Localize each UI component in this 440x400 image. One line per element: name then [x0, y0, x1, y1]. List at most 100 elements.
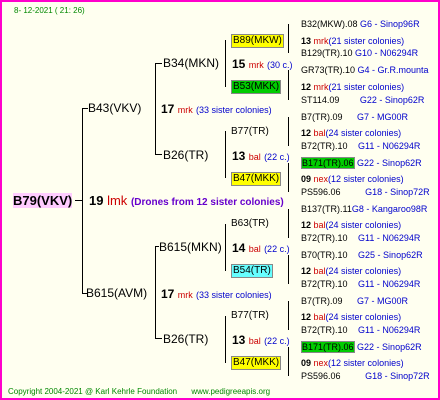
gen4-label: B72(TR).10: [301, 233, 348, 243]
gen1-unit: mrk: [177, 290, 193, 300]
gen4-queen[interactable]: B72(TR).10 G11 - N06294R: [301, 324, 420, 336]
gen4-queen[interactable]: B72(TR).10 G11 - N06294R: [301, 278, 420, 290]
gen2-note: (22 c.): [264, 244, 290, 254]
gen1-drone-info: 17 mrk (33 sister colonies): [161, 102, 272, 117]
root-note: (Drones from 12 sister colonies): [130, 197, 284, 208]
gen1-note: (33 sister colonies): [196, 290, 272, 300]
connector: [155, 246, 156, 338]
gen3-count: 13: [301, 36, 312, 46]
connector: [155, 154, 162, 155]
gen3-note: (24 sister colonies): [325, 266, 402, 276]
gen4-code: G11 - N06294R: [358, 325, 421, 335]
gen4-code: G22 - Sinop62R: [357, 158, 422, 168]
gen4-code: G10 - N06294R: [355, 48, 419, 58]
connector: [288, 117, 289, 146]
gen1-count: 17: [161, 287, 175, 301]
gen2-unit: bal: [248, 336, 261, 346]
gen3-queen[interactable]: B47(MKK): [231, 356, 282, 370]
gen4-queen[interactable]: GR73(TR).10 G4 - Gr.R.mounta: [301, 64, 429, 76]
gen1-queen[interactable]: B615(AVM): [86, 286, 147, 300]
gen2-drone-info: 13 bal (22 c.): [232, 149, 290, 164]
gen4-queen[interactable]: B129(TR).10 G10 - N06294R: [301, 47, 418, 59]
gen4-queen[interactable]: B171(TR).06 G22 - Sinop62R: [301, 341, 422, 353]
gen3-note: (24 sister colonies): [325, 128, 402, 138]
copyright-text: Copyright 2004-2021 @ Karl Kehrle Founda…: [8, 387, 178, 396]
connector: [288, 70, 289, 100]
gen4-label: B171(TR).06: [301, 341, 355, 353]
root-count: 19: [89, 193, 104, 208]
gen3-note: (24 sister colonies): [325, 312, 402, 322]
connector: [288, 209, 289, 238]
gen2-unit: mrk: [248, 60, 264, 70]
root-queen[interactable]: B79(VKV): [13, 193, 73, 208]
gen3-queen[interactable]: B89(MKW): [231, 34, 284, 48]
gen2-note: (22 c.): [264, 336, 290, 346]
gen3-count: 09: [301, 358, 312, 368]
gen4-queen[interactable]: B72(TR).10 G11 - N06294R: [301, 232, 420, 244]
gen4-label: B70(TR).10: [301, 250, 348, 260]
gen4-queen[interactable]: B70(TR).10 G25 - Sinop62R: [301, 249, 423, 261]
connector: [225, 40, 226, 87]
gen4-queen[interactable]: B7(TR).09 G7 - MG00R: [301, 111, 408, 123]
connector: [288, 301, 289, 330]
connector: [155, 63, 156, 155]
gen4-queen[interactable]: PS596.06 G18 - Sinop72R: [301, 186, 430, 198]
gen3-note: (21 sister colonies): [328, 36, 405, 46]
gen4-queen[interactable]: B72(TR).10 G11 - N06294R: [301, 140, 420, 152]
connector: [288, 163, 289, 192]
gen4-queen[interactable]: B171(TR).06 G22 - Sinop62R: [301, 157, 422, 169]
gen3-unit: bal: [313, 312, 326, 322]
gen1-drone-info: 17 mrk (33 sister colonies): [161, 287, 272, 302]
gen3-count: 12: [301, 266, 312, 276]
connector: [225, 131, 226, 178]
gen1-queen[interactable]: B43(VKV): [88, 101, 141, 115]
gen3-drone-info: 13 mrk(21 sister colonies): [301, 35, 404, 47]
gen4-code: G7 - MG00R: [357, 296, 409, 306]
gen4-queen[interactable]: PS596.06 G18 - Sinop72R: [301, 370, 430, 382]
gen2-note: (22 c.): [264, 152, 290, 162]
gen4-label: B129(TR).10: [301, 48, 353, 58]
gen3-queen[interactable]: B54(TR): [231, 264, 273, 278]
gen3-note: (21 sister colonies): [328, 82, 405, 92]
gen3-note: (12 sister colonies): [328, 358, 404, 368]
connector: [82, 108, 83, 294]
connector: [155, 63, 162, 64]
gen4-label: B7(TR).09: [301, 296, 343, 306]
gen2-drone-info: 13 bal (22 c.): [232, 333, 290, 348]
gen2-queen[interactable]: B26(TR): [163, 148, 208, 162]
gen3-unit: bal: [313, 266, 326, 276]
gen3-queen[interactable]: B77(TR): [231, 126, 269, 138]
gen2-queen[interactable]: B34(MKN): [163, 56, 219, 70]
gen4-queen[interactable]: B7(TR).09 G7 - MG00R: [301, 295, 408, 307]
gen4-label: B32(MKW).08: [301, 19, 358, 29]
gen3-queen[interactable]: B77(TR): [231, 310, 269, 322]
gen3-count: 12: [301, 312, 312, 322]
connector: [225, 316, 226, 363]
gen3-drone-info: 12 bal(24 sister colonies): [301, 265, 401, 277]
gen3-drone-info: 12 bal(24 sister colonies): [301, 219, 401, 231]
gen4-queen[interactable]: ST114.09 G22 - Sinop62R: [301, 94, 424, 106]
gen3-queen[interactable]: B63(TR): [231, 218, 269, 230]
gen3-drone-info: 12 bal(24 sister colonies): [301, 311, 401, 323]
gen3-queen[interactable]: B47(MKK): [231, 172, 282, 186]
gen2-queen[interactable]: B615(MKN): [159, 240, 222, 254]
gen4-label: PS596.06: [301, 187, 341, 197]
gen4-queen[interactable]: B32(MKW).08 G6 - Sinop96R: [301, 18, 420, 30]
gen2-unit: bal: [248, 244, 261, 254]
gen2-drone-info: 14 bal (22 c.): [232, 241, 290, 256]
gen2-queen[interactable]: B26(TR): [163, 332, 208, 346]
gen3-queen[interactable]: B53(MKK): [231, 80, 282, 94]
gen4-queen[interactable]: B137(TR).11G8 - Kangaroo98R: [301, 203, 427, 215]
gen2-note: (30 c.): [267, 60, 293, 70]
pedigree-frame: 8- 12-2021 ( 21: 26) B79(VKV) 19 lmk (Dr…: [0, 0, 440, 400]
gen3-unit: bal: [313, 220, 326, 230]
gen4-label: B137(TR).11: [301, 204, 352, 214]
gen3-count: 12: [301, 128, 312, 138]
site-link[interactable]: www.pedigreeapis.org: [191, 387, 270, 396]
gen3-drone-info: 12 mrk(21 sister colonies): [301, 81, 404, 93]
gen4-code: G22 - Sinop62R: [359, 95, 425, 105]
gen3-note: (24 sister colonies): [325, 220, 402, 230]
connector: [75, 200, 83, 201]
connector: [288, 24, 289, 53]
gen2-count: 13: [232, 333, 246, 347]
